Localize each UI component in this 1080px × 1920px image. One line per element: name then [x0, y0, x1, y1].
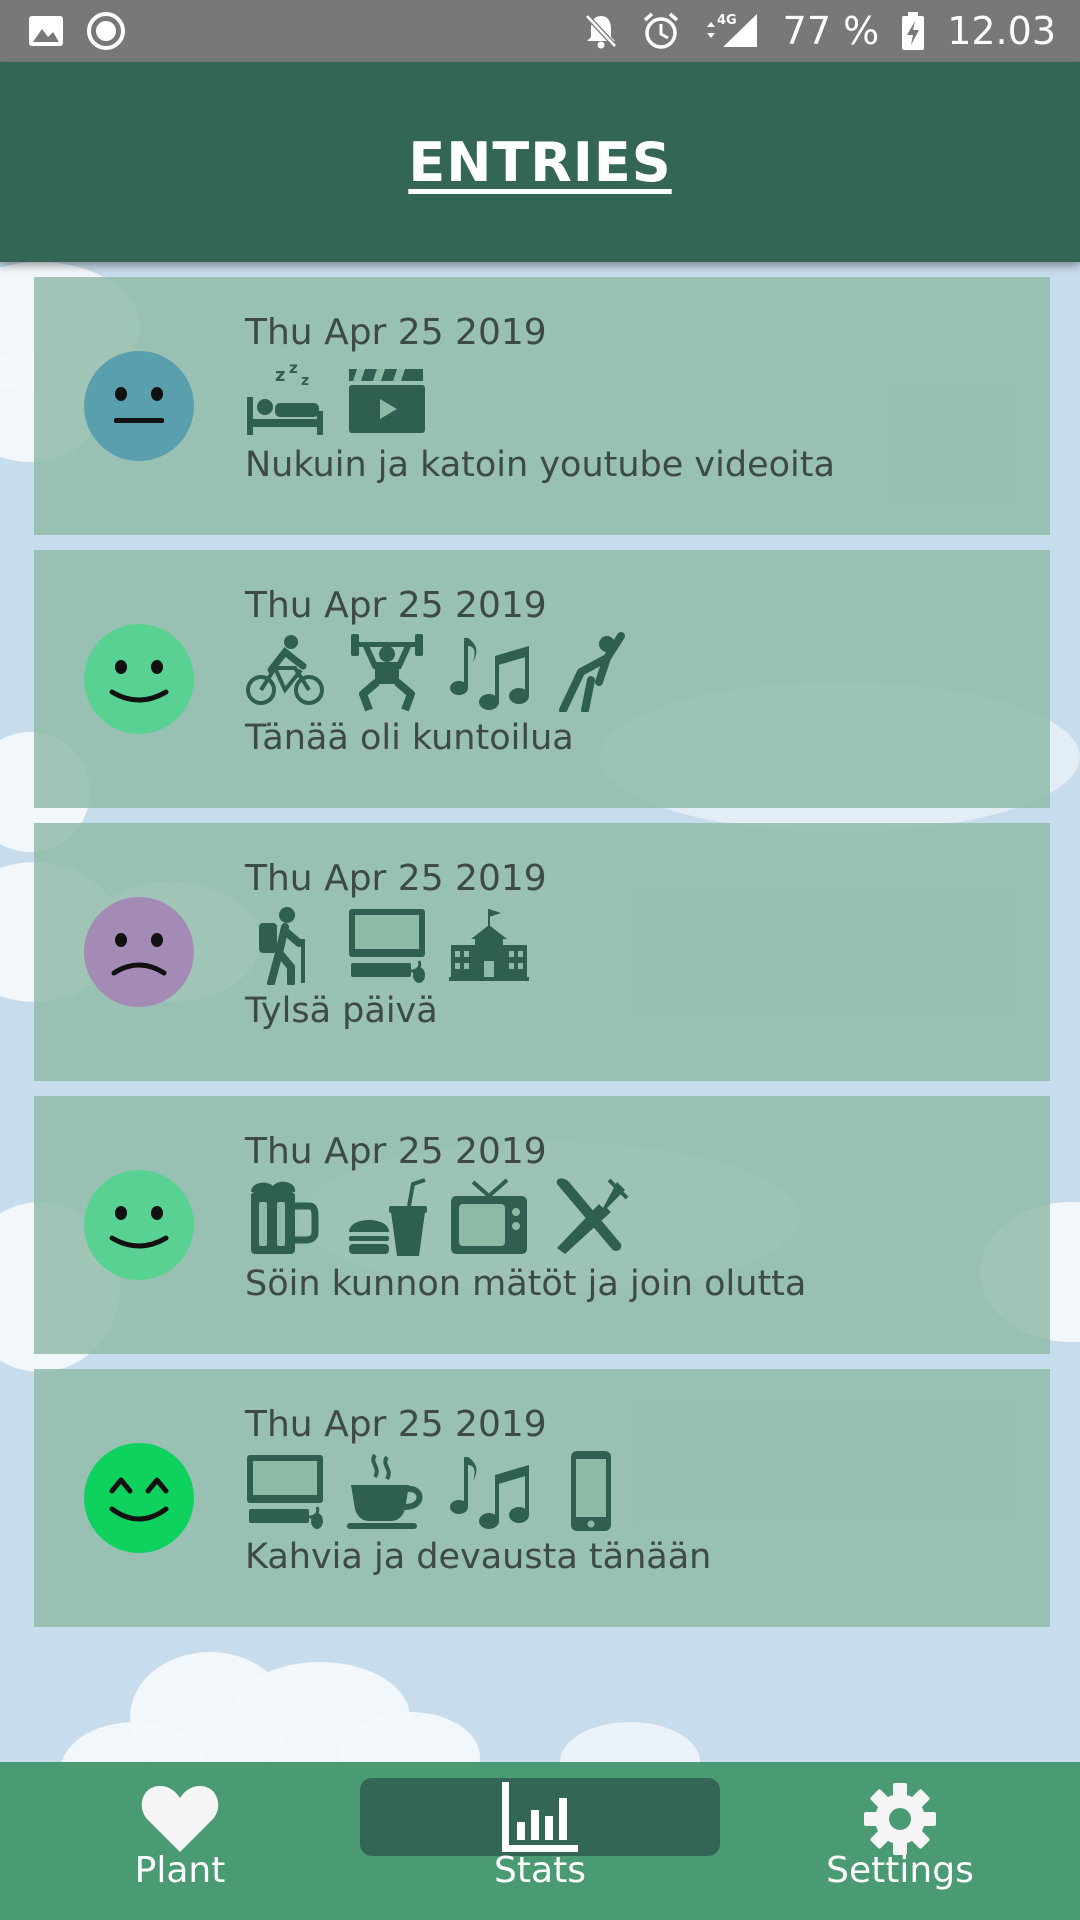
battery-percent: 77 %: [782, 9, 880, 53]
smiling-face-icon: [84, 624, 194, 734]
alarm-icon: [641, 11, 681, 51]
fast-food-icon: [347, 1178, 427, 1258]
entry-card[interactable]: Thu Apr 25 2019 Söin kunnon mätöt ja joi…: [34, 1096, 1050, 1354]
gear-icon: [864, 1783, 936, 1855]
smartphone-icon: [551, 1451, 631, 1531]
weightlifting-icon: [347, 632, 427, 712]
bottom-navigation: Plant Stats Settings: [0, 1762, 1080, 1920]
music-notes-icon: [449, 1451, 529, 1531]
bell-off-icon: [583, 12, 619, 50]
svg-text:4G: 4G: [717, 13, 737, 28]
entry-date: Thu Apr 25 2019: [245, 1131, 547, 1172]
record-icon: [86, 11, 126, 51]
entry-card[interactable]: Thu Apr 25 2019 Nukuin ja katoin youtube…: [34, 277, 1050, 535]
sad-face-icon: [84, 897, 194, 1007]
nav-settings[interactable]: Settings: [720, 1762, 1080, 1920]
entry-card[interactable]: Thu Apr 25 2019 Kahvia ja devausta tänää…: [34, 1369, 1050, 1627]
app-header: ENTRIES: [0, 62, 1080, 262]
hiking-icon: [245, 905, 325, 985]
nav-plant[interactable]: Plant: [0, 1762, 360, 1920]
entry-date: Thu Apr 25 2019: [245, 312, 547, 353]
entry-date: Thu Apr 25 2019: [245, 585, 547, 626]
entry-note: Tylsä päivä: [245, 991, 438, 1031]
entry-date: Thu Apr 25 2019: [245, 1404, 547, 1445]
entry-card[interactable]: Thu Apr 25 2019 Tylsä päivä: [34, 823, 1050, 1081]
page-title: ENTRIES: [408, 130, 672, 194]
signal-icon: 4G: [703, 11, 761, 51]
status-bar: 4G 77 % 12.03: [0, 0, 1080, 62]
grinning-face-icon: [84, 1443, 194, 1553]
music-notes-icon: [449, 632, 529, 712]
entry-note: Kahvia ja devausta tänään: [245, 1537, 712, 1577]
smiling-face-icon: [84, 1170, 194, 1280]
entry-note: Tänää oli kuntoilua: [245, 718, 574, 758]
video-clapperboard-icon: [347, 359, 427, 439]
stretching-icon: [551, 632, 631, 712]
television-icon: [449, 1178, 529, 1258]
entry-note: Söin kunnon mätöt ja join olutta: [245, 1264, 807, 1304]
neutral-face-icon: [84, 351, 194, 461]
cycling-icon: [245, 632, 325, 712]
utensils-icon: [551, 1178, 631, 1258]
entry-date: Thu Apr 25 2019: [245, 858, 547, 899]
computer-icon: [245, 1451, 325, 1531]
nav-stats-label: Stats: [494, 1850, 586, 1891]
battery-charging-icon: [901, 11, 925, 51]
school-icon: [449, 905, 529, 985]
heart-icon: [141, 1786, 219, 1852]
coffee-cup-icon: [347, 1451, 427, 1531]
sleep-bed-icon: [245, 359, 325, 439]
entry-card[interactable]: Thu Apr 25 2019 Tänää oli kuntoilua: [34, 550, 1050, 808]
entry-note: Nukuin ja katoin youtube videoita: [245, 445, 835, 485]
entries-list: Thu Apr 25 2019 Nukuin ja katoin youtube…: [34, 277, 1050, 1642]
computer-icon: [347, 905, 427, 985]
beer-mug-icon: [245, 1178, 325, 1258]
nav-plant-label: Plant: [134, 1850, 226, 1891]
clock: 12.03: [947, 9, 1056, 53]
nav-settings-label: Settings: [826, 1850, 974, 1891]
nav-stats[interactable]: Stats: [360, 1762, 720, 1920]
bar-chart-icon: [502, 1782, 578, 1852]
image-icon: [28, 15, 64, 47]
